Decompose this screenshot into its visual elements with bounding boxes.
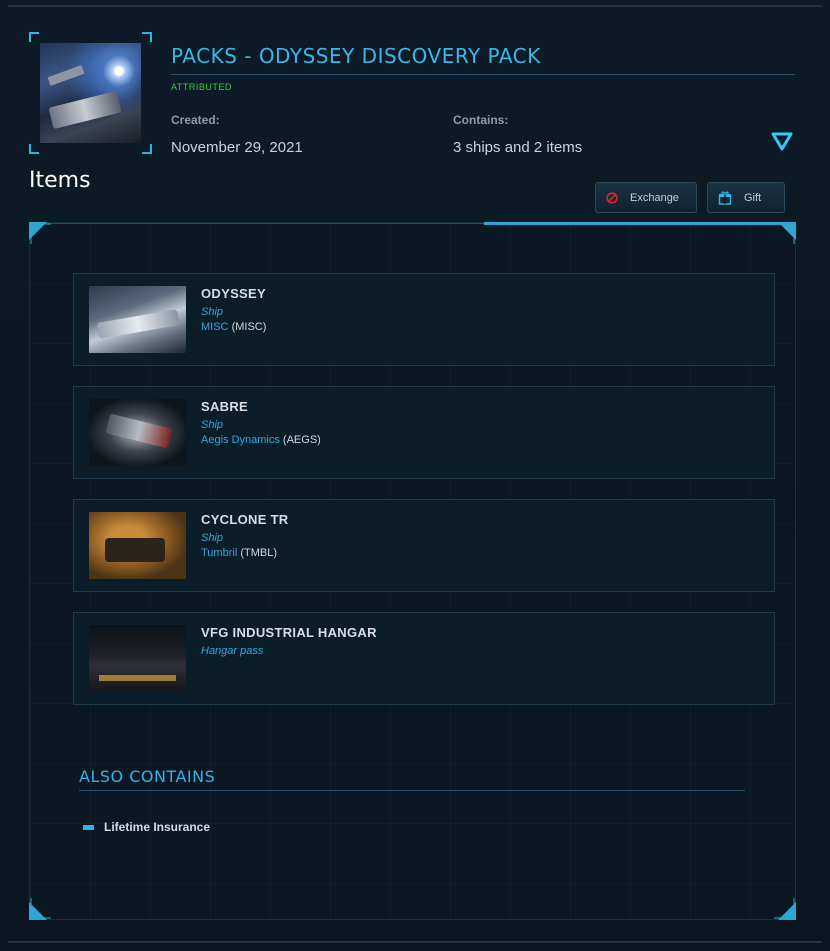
item-manufacturer: MISC (MISC) <box>201 321 266 333</box>
dash-bullet-icon <box>83 824 94 830</box>
item-thumbnail <box>89 286 186 353</box>
panel-corner-decoration <box>29 222 51 244</box>
also-contains-heading: ALSO CONTAINS <box>79 767 216 786</box>
exchange-label: Exchange <box>630 191 679 204</box>
frame-corner <box>29 144 39 154</box>
manufacturer-code: (MISC) <box>231 321 267 333</box>
panel-corner-decoration <box>774 898 796 920</box>
item-manufacturer: Tumbril (TMBL) <box>201 547 277 559</box>
frame-corner <box>142 144 152 154</box>
item-name: SABRE <box>201 399 249 414</box>
exchange-button[interactable]: Exchange <box>595 182 697 213</box>
item-card-sabre[interactable]: SABRE Ship Aegis Dynamics (AEGS) <box>73 386 775 479</box>
manufacturer-code: (AEGS) <box>282 434 321 446</box>
exchange-ban-icon <box>606 191 618 204</box>
thumbnail-ship-shape <box>48 90 122 130</box>
also-contains-entry: Lifetime Insurance <box>83 820 210 834</box>
thumbnail-ship-shape <box>47 65 85 86</box>
gift-box-icon <box>718 191 732 205</box>
panel-accent-bar <box>484 222 796 225</box>
manufacturer-name: Tumbril <box>201 547 238 559</box>
top-divider <box>8 5 822 7</box>
item-name: CYCLONE TR <box>201 512 289 527</box>
thumbnail-floor-light <box>99 675 176 681</box>
item-card-vfg-industrial-hangar[interactable]: VFG INDUSTRIAL HANGAR Hangar pass <box>73 612 775 705</box>
frame-corner <box>142 32 152 42</box>
status-badge: ATTRIBUTED <box>171 82 232 92</box>
contains-label: Contains: <box>453 113 509 127</box>
gift-label: Gift <box>744 191 762 204</box>
items-heading: Items <box>29 168 91 193</box>
contains-value: 3 ships and 2 items <box>453 139 583 156</box>
pack-thumbnail-frame <box>29 32 152 154</box>
thumbnail-ship-shape <box>96 309 180 339</box>
thumbnail-ship-shape <box>105 413 173 449</box>
item-name: VFG INDUSTRIAL HANGAR <box>201 625 377 640</box>
item-manufacturer: Aegis Dynamics (AEGS) <box>201 434 321 446</box>
frame-corner <box>29 32 39 42</box>
panel-corner-decoration <box>774 222 796 244</box>
manufacturer-name: Aegis Dynamics <box>201 434 280 446</box>
gift-button[interactable]: Gift <box>707 182 785 213</box>
panel-corner-decoration <box>29 898 51 920</box>
item-type: Ship <box>201 306 224 318</box>
manufacturer-code: (TMBL) <box>240 547 277 559</box>
created-value: November 29, 2021 <box>171 139 303 156</box>
title-divider <box>171 74 795 75</box>
item-type: Ship <box>201 419 224 431</box>
manufacturer-name: MISC <box>201 321 229 333</box>
item-thumbnail <box>89 399 186 466</box>
item-card-cyclone-tr[interactable]: CYCLONE TR Ship Tumbril (TMBL) <box>73 499 775 592</box>
also-contains-divider <box>79 790 745 791</box>
page-frame: PACKS - ODYSSEY DISCOVERY PACK ATTRIBUTE… <box>0 0 830 951</box>
bottom-divider <box>8 941 822 943</box>
created-label: Created: <box>171 113 220 127</box>
item-type: Ship <box>201 532 224 544</box>
item-thumbnail <box>89 512 186 579</box>
pack-title: PACKS - ODYSSEY DISCOVERY PACK <box>171 44 541 68</box>
item-card-odyssey[interactable]: ODYSSEY Ship MISC (MISC) <box>73 273 775 366</box>
item-thumbnail <box>89 625 186 692</box>
item-type: Hangar pass <box>201 645 264 657</box>
also-contains-label: Lifetime Insurance <box>104 820 211 834</box>
pack-thumbnail-image <box>40 43 141 143</box>
thumbnail-vehicle-shape <box>105 538 165 562</box>
triangle-down-icon[interactable] <box>771 132 793 152</box>
item-name: ODYSSEY <box>201 286 266 301</box>
